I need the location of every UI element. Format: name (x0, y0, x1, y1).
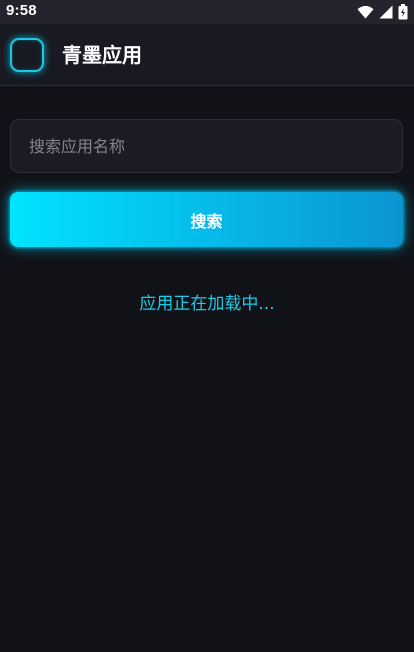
app-logo-icon (10, 38, 44, 72)
app-bar: 青墨应用 (0, 24, 414, 86)
search-input[interactable] (10, 119, 403, 173)
loading-status-text: 应用正在加载中... (139, 294, 275, 314)
status-bar: 9:58 (0, 0, 414, 24)
wifi-icon (357, 5, 374, 19)
status-icons (357, 3, 408, 21)
status-time: 9:58 (6, 2, 37, 19)
search-button[interactable]: 搜索 (10, 192, 403, 247)
battery-icon (398, 4, 408, 20)
app-screen: 9:58 青墨应用 搜索应用名称 搜索 应用正在加载中... (0, 0, 414, 652)
cell-signal-icon (379, 5, 393, 19)
app-title: 青墨应用 (62, 43, 142, 67)
